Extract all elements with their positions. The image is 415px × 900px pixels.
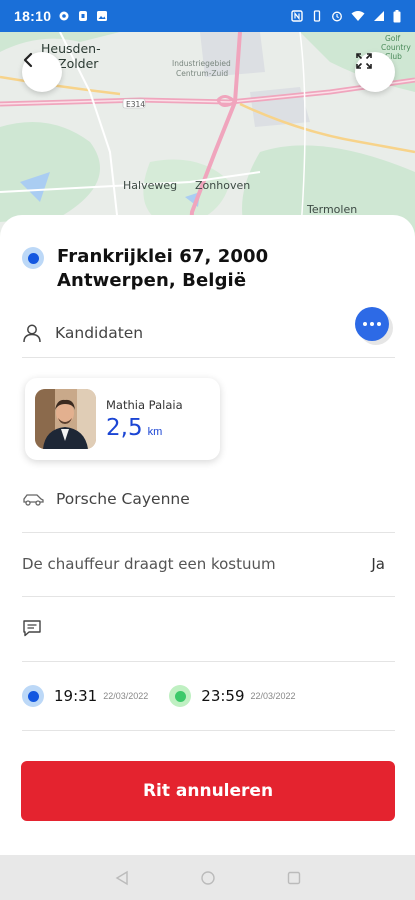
driver-card[interactable]: Mathia Palaia 2,5 km [25,378,220,460]
car-model: Porsche Cayenne [56,490,190,508]
divider [22,730,395,731]
pickup-dot-icon [22,247,44,269]
map-view[interactable]: Heusden- Zolder Industriegebied Centrum-… [0,32,415,242]
suit-question: De chauffeur draagt een kostuum [22,555,276,573]
driver-avatar [35,389,96,449]
pickup-address: Frankrijklei 67, 2000 Antwerpen, België [57,246,269,291]
signal-icon [374,11,384,21]
nfc-icon [291,10,303,22]
system-nav-bar [0,855,415,900]
time-row: 19:31 22/03/2022 23:59 22/03/2022 [22,685,395,707]
divider [22,661,395,662]
back-button[interactable] [22,52,62,92]
status-bar: 18:10 [0,0,415,32]
car-row: Porsche Cayenne [22,490,395,508]
chevron-left-icon [23,52,33,68]
trip-detail-card: Frankrijklei 67, 2000 Antwerpen, België … [0,215,415,855]
map-label-zolder: Zolder [58,56,99,71]
driver-distance-unit: km [147,425,163,438]
driver-distance: 2,5 [106,414,143,441]
candidates-row: Kandidaten [22,323,395,343]
comment-icon [23,620,41,637]
alarm-icon [332,11,342,22]
map-label-industry-1: Industriegebied [172,59,231,68]
driver-name: Mathia Palaia [106,397,183,412]
image-icon [97,11,108,21]
note-row[interactable] [22,619,395,637]
end-dot-icon [169,685,192,707]
nav-home-icon[interactable] [200,870,216,886]
wifi-icon [351,11,365,21]
chat-button[interactable] [355,307,389,341]
start-time: 19:31 [54,687,98,705]
start-dot-icon [22,685,44,707]
divider [22,532,395,533]
settings-icon [59,11,69,21]
car-icon [23,494,44,506]
battery-icon [393,9,401,22]
map-label-zonhoven: Zonhoven [195,179,251,192]
suit-answer: Ja [371,555,385,573]
nav-back-icon[interactable] [114,870,130,886]
divider [22,596,395,597]
end-time: 23:59 [201,687,245,705]
start-date: 22/03/2022 [103,691,149,701]
expand-icon [356,53,372,69]
shield-icon [79,11,88,21]
suit-row: De chauffeur draagt een kostuum [22,555,395,573]
map-label-club-1: Golf [385,34,401,43]
nav-recents-icon[interactable] [286,870,302,886]
map-label-highway: E314 [126,100,146,109]
person-icon [23,324,41,343]
map-label-industry-2: Centrum-Zuid [176,69,229,78]
map-label-halveweg: Halveweg [123,179,178,192]
candidates-label: Kandidaten [55,324,144,342]
vibrate-icon [313,10,321,22]
divider [22,357,395,358]
end-date: 22/03/2022 [250,691,296,701]
cancel-ride-button[interactable]: Rit annuleren [21,761,395,821]
fullscreen-button[interactable] [355,52,395,92]
status-time: 18:10 [14,8,52,24]
pickup-address-row: Frankrijklei 67, 2000 Antwerpen, België [22,245,385,293]
map-label-club-2: Country [381,43,411,52]
